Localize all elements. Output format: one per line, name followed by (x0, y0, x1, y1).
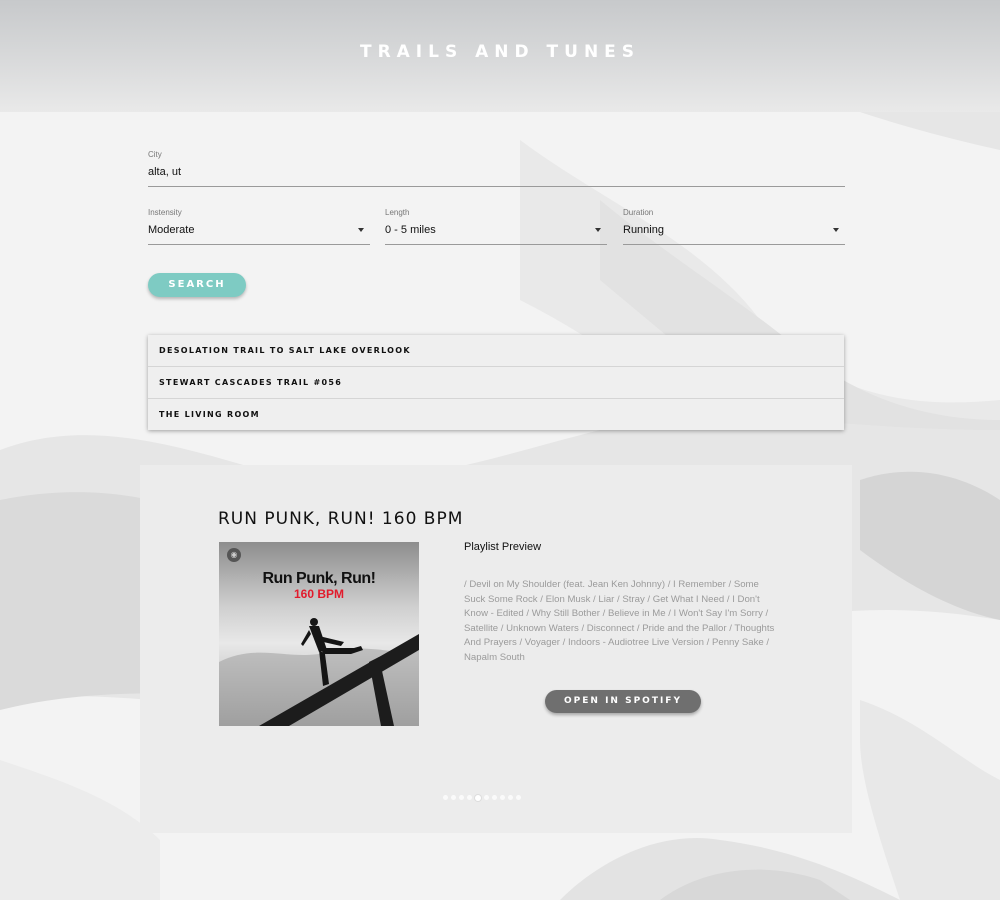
duration-select[interactable]: Duration Running (623, 208, 845, 245)
carousel-dot[interactable] (484, 795, 489, 800)
playlist-cover-image: ◉ Run Punk, Run! 160 BPM (219, 542, 419, 726)
page-header: TRAILS AND TUNES (0, 0, 1000, 112)
intensity-select[interactable]: Instensity Moderate (148, 208, 370, 245)
carousel-dot[interactable] (492, 795, 497, 800)
length-label: Length (385, 208, 410, 217)
carousel-dot[interactable] (508, 795, 513, 800)
duration-value: Running (623, 224, 664, 236)
site-title: TRAILS AND TUNES (359, 42, 641, 62)
intensity-label: Instensity (148, 208, 182, 217)
intensity-value: Moderate (148, 224, 195, 236)
open-in-spotify-button[interactable]: OPEN IN SPOTIFY (545, 690, 701, 713)
playlist-track-list: / Devil on My Shoulder (feat. Jean Ken J… (464, 579, 775, 663)
carousel-dot[interactable] (451, 795, 456, 800)
carousel-dot[interactable] (443, 795, 448, 800)
duration-value-wrap[interactable]: Running (623, 224, 845, 245)
duration-label: Duration (623, 208, 654, 217)
chevron-down-icon[interactable] (358, 228, 364, 232)
carousel-dot[interactable] (475, 794, 481, 801)
length-select[interactable]: Length 0 - 5 miles (385, 208, 607, 245)
cover-title: Run Punk, Run! (262, 570, 376, 587)
carousel-dot[interactable] (459, 795, 464, 800)
list-item[interactable]: STEWART CASCADES TRAIL #056 (148, 367, 844, 399)
list-item[interactable]: DESOLATION TRAIL TO SALT LAKE OVERLOOK (148, 335, 844, 367)
search-button[interactable]: SEARCH (148, 273, 246, 297)
carousel-dot[interactable] (467, 795, 472, 800)
city-field[interactable]: City alta, ut (148, 150, 845, 187)
length-value-wrap[interactable]: 0 - 5 miles (385, 224, 607, 245)
carousel-dots (443, 794, 521, 801)
chevron-down-icon[interactable] (595, 228, 601, 232)
city-label: City (148, 150, 162, 159)
intensity-value-wrap[interactable]: Moderate (148, 224, 370, 245)
playlist-preview-label: Playlist Preview (464, 541, 542, 553)
carousel-dot[interactable] (500, 795, 505, 800)
spotify-icon: ◉ (227, 548, 241, 562)
chevron-down-icon[interactable] (833, 228, 839, 232)
list-item[interactable]: THE LIVING ROOM (148, 399, 844, 430)
playlist-card: RUN PUNK, RUN! 160 BPM ◉ Run Punk, Run! … (140, 465, 852, 833)
city-input[interactable]: alta, ut (148, 166, 845, 187)
trail-results-list: DESOLATION TRAIL TO SALT LAKE OVERLOOK S… (148, 335, 844, 430)
length-value: 0 - 5 miles (385, 224, 436, 236)
carousel-dot[interactable] (516, 795, 521, 800)
playlist-title: RUN PUNK, RUN! 160 BPM (218, 509, 464, 529)
cover-bpm: 160 BPM (293, 587, 345, 601)
